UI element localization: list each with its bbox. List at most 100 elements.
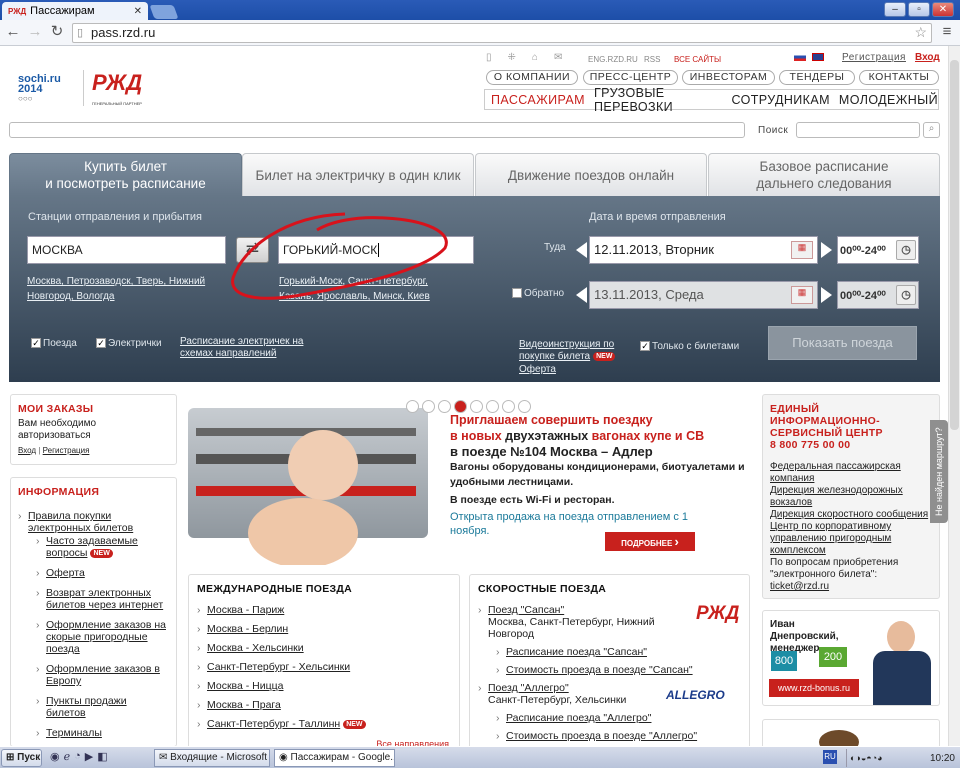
back-calendar-icon[interactable]: ▦: [791, 286, 813, 304]
browser-tab[interactable]: РЖД Пассажирам ✕: [2, 2, 148, 20]
info-link[interactable]: Оферта: [46, 567, 85, 579]
prev-back-date-icon[interactable]: [576, 287, 587, 303]
elec-checkbox[interactable]: ✓ Электрички: [96, 338, 162, 349]
login-link[interactable]: Вход: [915, 52, 940, 63]
tab-train-online[interactable]: Движение поездов онлайн: [475, 153, 707, 196]
carousel-dot[interactable]: [406, 400, 419, 413]
search-input[interactable]: [796, 122, 920, 138]
start-button[interactable]: ⊞ Пуск: [1, 749, 42, 767]
nav-passengers[interactable]: ПАССАЖИРАМ: [491, 93, 585, 107]
tab-elec-ticket[interactable]: Билет на электричку в один клик: [242, 153, 474, 196]
uk-flag-icon[interactable]: [812, 53, 824, 61]
ru-flag-icon[interactable]: [794, 53, 806, 61]
only-tickets-checkbox[interactable]: ✓ Только с билетами: [640, 341, 739, 352]
chrome-icon[interactable]: ◉: [50, 750, 60, 763]
player-icon[interactable]: ▶: [85, 750, 93, 763]
tab-base-schedule[interactable]: Базовое расписание дальнего следования: [708, 153, 940, 196]
bonus-promo[interactable]: Иван Днепровский, менеджер 800 200 www.r…: [762, 610, 940, 706]
info-link[interactable]: Возврат электронных билетов через интерн…: [46, 587, 163, 611]
rzd-logo[interactable]: РЖД: [92, 70, 142, 96]
service-link[interactable]: Центр по корпоративному управлению приго…: [770, 521, 932, 557]
page-scrollbar[interactable]: [948, 46, 960, 746]
next-back-date-icon[interactable]: [821, 287, 832, 303]
back-checkbox-box[interactable]: [512, 288, 522, 299]
info-link[interactable]: Оформление заказов на скорые пригородные…: [46, 619, 166, 655]
taskbar-outlook[interactable]: ✉ Входящие - Microsoft O...: [154, 749, 270, 767]
back-date-input[interactable]: 13.11.2013, Среда ▦: [589, 281, 818, 309]
tab-buy-ticket[interactable]: Купить билет и посмотреть расписание: [9, 153, 242, 196]
nav-investors[interactable]: ИНВЕСТОРАМ: [682, 70, 775, 85]
orders-register-link[interactable]: Регистрация: [43, 446, 90, 455]
tray-icons[interactable]: ◐◑◒◓◔◕: [850, 753, 883, 763]
intl-route-link[interactable]: Санкт-Петербург - Хельсинки: [207, 661, 350, 673]
back-time-input[interactable]: 00⁰⁰-24⁰⁰ ◷: [837, 281, 919, 309]
nav-tenders[interactable]: ТЕНДЕРЫ: [779, 70, 855, 85]
tab-close-icon[interactable]: ✕: [134, 6, 142, 17]
trains-checkbox[interactable]: ✓ Поезда: [31, 338, 77, 349]
mobile-icon[interactable]: ▯: [486, 52, 492, 63]
nav-youth[interactable]: МОЛОДЕЖНЫЙ: [839, 93, 938, 107]
scrollbar-thumb[interactable]: [950, 60, 959, 430]
desktop-icon[interactable]: ◧: [97, 750, 107, 763]
search-icon[interactable]: ⌕: [923, 122, 940, 138]
promo-banner[interactable]: Приглашаем совершить поездку в новых дву…: [188, 400, 753, 565]
info-link[interactable]: Оформление заказов в Европу: [46, 663, 160, 687]
trains-checkbox-box[interactable]: ✓: [31, 338, 41, 349]
minimize-button[interactable]: –: [884, 2, 906, 17]
menu-icon[interactable]: ≡: [938, 23, 956, 41]
there-date-input[interactable]: 12.11.2013, Вторник ▦: [589, 236, 818, 264]
next-date-icon[interactable]: [821, 242, 832, 258]
email-link[interactable]: ticket@rzd.ru: [770, 581, 932, 592]
home-icon[interactable]: ⌂: [532, 52, 538, 63]
forward-icon[interactable]: →: [26, 23, 44, 41]
info-link[interactable]: Терминалы: [46, 727, 102, 739]
intl-route-link[interactable]: Москва - Прага: [207, 699, 281, 711]
back-icon[interactable]: ←: [4, 23, 22, 41]
prev-date-icon[interactable]: [576, 242, 587, 258]
service-link[interactable]: Дирекция железнодорожных вокзалов: [770, 485, 932, 509]
more-button[interactable]: ПОДРОБНЕЕ ›: [605, 532, 695, 551]
bookmark-star-icon[interactable]: ☆: [914, 24, 927, 41]
calendar-icon[interactable]: ▦: [791, 241, 813, 259]
lang-indicator[interactable]: RU: [823, 750, 837, 764]
elec-checkbox-box[interactable]: ✓: [96, 338, 106, 349]
clock-icon[interactable]: ◷: [896, 240, 916, 260]
nav-press[interactable]: ПРЕСС-ЦЕНТР: [583, 70, 678, 85]
intl-route-link[interactable]: Москва - Берлин: [207, 623, 288, 635]
intl-route-link[interactable]: Москва - Париж: [207, 604, 284, 616]
only-tickets-box[interactable]: ✓: [640, 341, 650, 352]
allegro-schedule-link[interactable]: Расписание поезда "Аллегро": [506, 712, 651, 724]
intl-route-link[interactable]: Москва - Ницца: [207, 680, 284, 692]
intl-route-link[interactable]: Санкт-Петербург - Таллинн: [207, 718, 340, 730]
back-clock-icon[interactable]: ◷: [896, 285, 916, 305]
allegro-link[interactable]: Поезд "Аллегро": [488, 682, 569, 694]
eng-link[interactable]: ENG.RZD.RU: [588, 55, 638, 64]
service-link[interactable]: Дирекция скоростного сообщения: [770, 509, 932, 521]
all-sites-link[interactable]: ВСЕ САЙТЫ: [674, 55, 721, 64]
offer-link[interactable]: Оферта: [519, 362, 556, 377]
mail-icon[interactable]: ✉: [554, 52, 562, 63]
show-trains-button[interactable]: Показать поезда: [768, 326, 917, 360]
sapsan-price-link[interactable]: Стоимость проезда в поезде "Сапсан": [506, 664, 693, 676]
from-suggestions[interactable]: Москва, Петрозаводск, Тверь, Нижний Новг…: [27, 274, 227, 304]
there-time-input[interactable]: 00⁰⁰-24⁰⁰ ◷: [837, 236, 919, 264]
outlook-icon[interactable]: ◔: [74, 750, 81, 763]
new-tab-button[interactable]: [149, 5, 179, 19]
orders-login-link[interactable]: Вход: [18, 446, 36, 455]
allegro-price-link[interactable]: Стоимость проезда в поезде "Аллегро": [506, 730, 697, 742]
reload-icon[interactable]: ↻: [48, 23, 66, 41]
rss-link[interactable]: RSS: [644, 55, 660, 64]
from-station-input[interactable]: МОСКВА: [27, 236, 226, 264]
video-instruction-link[interactable]: Видеоинструкция по покупке билета NEW: [519, 339, 629, 363]
carousel-dot[interactable]: [422, 400, 435, 413]
back-checkbox[interactable]: Обратно: [512, 288, 564, 299]
nav-about[interactable]: О КОМПАНИИ: [486, 70, 578, 85]
intl-route-link[interactable]: Москва - Хельсинки: [207, 642, 304, 654]
info-rules-link[interactable]: Правила покупки электронных билетов: [28, 510, 133, 534]
feedback-side-tab[interactable]: Не найден маршрут?: [930, 420, 948, 523]
service-link[interactable]: Федеральная пассажирская компания: [770, 461, 932, 485]
elec-schedule-link[interactable]: Расписание электричек на схемах направле…: [180, 336, 305, 360]
nav-contacts[interactable]: КОНТАКТЫ: [859, 70, 939, 85]
sapsan-schedule-link[interactable]: Расписание поезда "Сапсан": [506, 646, 647, 658]
taskbar-chrome[interactable]: ◉ Пассажирам - Google...: [274, 749, 395, 767]
